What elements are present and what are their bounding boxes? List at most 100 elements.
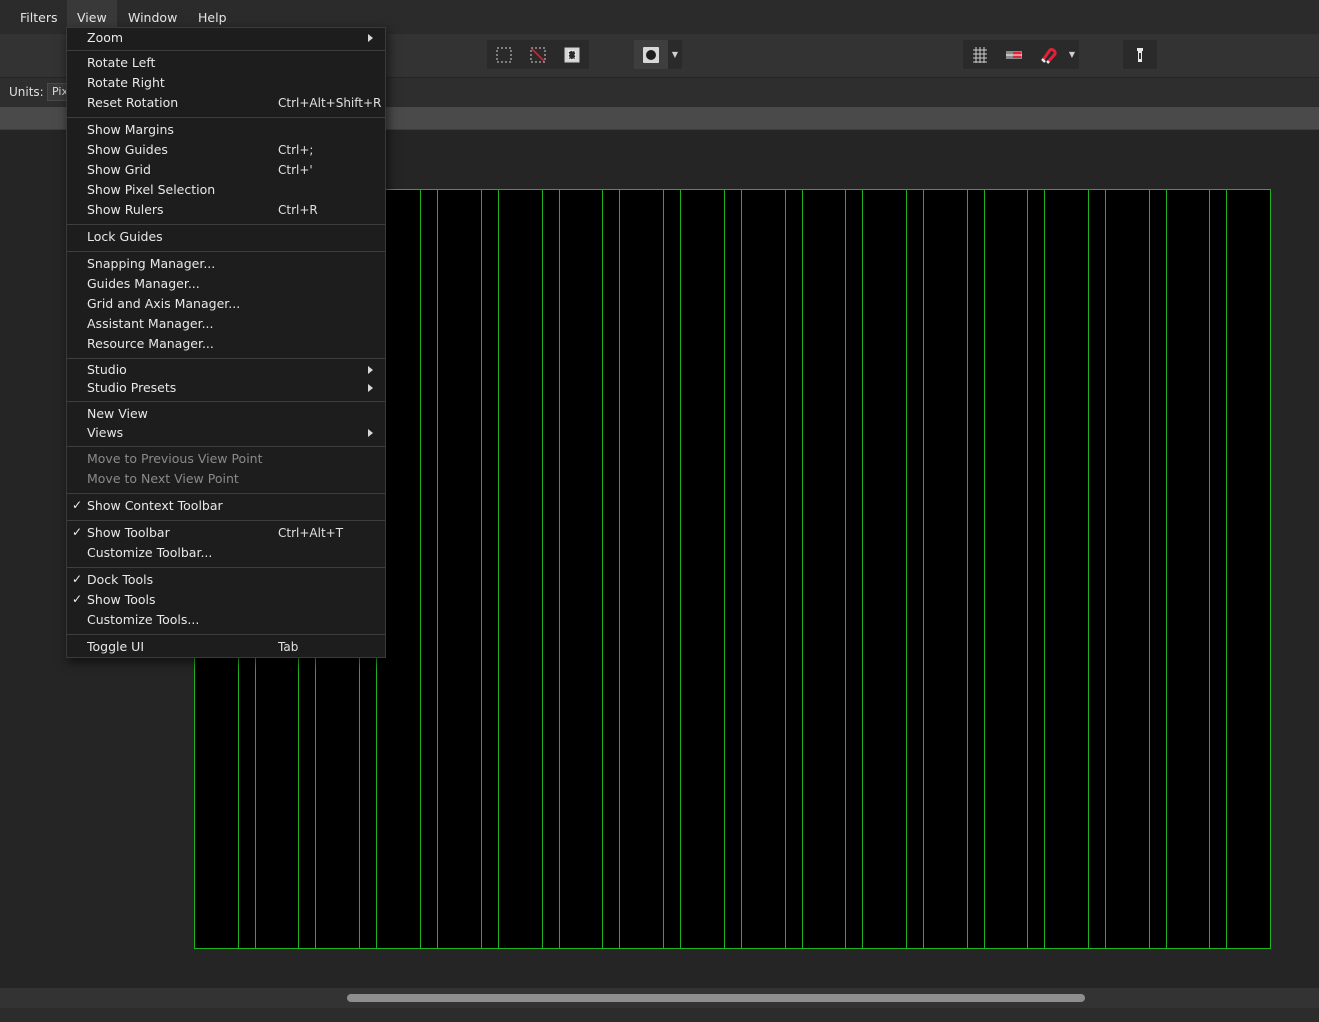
menu-item-show-guides[interactable]: Show Guides Ctrl+; bbox=[67, 140, 385, 160]
submenu-arrow-icon bbox=[368, 366, 373, 374]
menu-item-rotate-left[interactable]: Rotate Left bbox=[67, 53, 385, 73]
menu-item-guides-manager[interactable]: Guides Manager... bbox=[67, 274, 385, 294]
menu-item-new-view[interactable]: New View bbox=[67, 404, 385, 424]
menu-item-label: Views bbox=[87, 425, 124, 440]
guides-icon[interactable] bbox=[997, 40, 1031, 69]
menu-item-label: Toggle UI bbox=[87, 639, 145, 654]
menu-separator bbox=[67, 401, 385, 402]
menu-item-label: Move to Previous View Point bbox=[87, 451, 263, 466]
menu-item-show-pixel-selection[interactable]: Show Pixel Selection bbox=[67, 180, 385, 200]
menu-item-label: Show Pixel Selection bbox=[87, 182, 216, 197]
status-bar bbox=[0, 1008, 1319, 1022]
menu-item-grid-axis-manager[interactable]: Grid and Axis Manager... bbox=[67, 294, 385, 314]
menu-item-show-tools[interactable]: ✓ Show Tools bbox=[67, 590, 385, 610]
menu-item-label: Show Toolbar bbox=[87, 525, 170, 540]
snapping-magnet-icon[interactable] bbox=[1031, 40, 1065, 69]
marquee-selection-icon[interactable] bbox=[487, 40, 521, 69]
menu-item-studio[interactable]: Studio bbox=[67, 360, 385, 380]
menu-separator bbox=[67, 567, 385, 568]
menu-item-zoom[interactable]: Zoom bbox=[67, 28, 385, 48]
menu-item-shortcut: Ctrl+R bbox=[278, 203, 318, 217]
units-label: Units: bbox=[9, 85, 44, 99]
submenu-arrow-icon bbox=[368, 429, 373, 437]
menu-item-assistant-manager[interactable]: Assistant Manager... bbox=[67, 314, 385, 334]
menu-item-label: Reset Rotation bbox=[87, 95, 179, 110]
menu-separator bbox=[67, 493, 385, 494]
menu-item-label: Customize Tools... bbox=[87, 612, 200, 627]
menu-item-label: Show Rulers bbox=[87, 202, 164, 217]
menu-item-views[interactable]: Views bbox=[67, 423, 385, 443]
menu-filters[interactable]: Filters bbox=[10, 0, 67, 34]
menu-item-label: Resource Manager... bbox=[87, 336, 214, 351]
menu-item-studio-presets[interactable]: Studio Presets bbox=[67, 378, 385, 398]
snapping-options-dropdown[interactable]: ▼ bbox=[1065, 40, 1079, 69]
invert-selection-icon[interactable] bbox=[555, 40, 589, 69]
menu-separator bbox=[67, 634, 385, 635]
submenu-arrow-icon bbox=[368, 384, 373, 392]
menu-item-shortcut: Ctrl+Alt+Shift+R bbox=[278, 96, 382, 110]
menu-item-label: Zoom bbox=[87, 30, 124, 45]
menu-separator bbox=[67, 224, 385, 225]
view-menu-dropdown: Zoom Rotate Left Rotate Right Reset Rota… bbox=[66, 27, 386, 658]
menu-item-shortcut: Ctrl+; bbox=[278, 143, 314, 157]
snapping-toolbar-group: ▼ bbox=[963, 40, 1079, 69]
menu-item-label: Dock Tools bbox=[87, 572, 154, 587]
menu-item-label: Show Tools bbox=[87, 592, 156, 607]
menu-item-label: New View bbox=[87, 406, 148, 421]
menu-item-label: Assistant Manager... bbox=[87, 316, 214, 331]
checkmark-icon: ✓ bbox=[72, 592, 83, 606]
submenu-arrow-icon bbox=[368, 34, 373, 42]
menu-item-label: Rotate Right bbox=[87, 75, 165, 90]
menu-item-shortcut: Ctrl+Alt+T bbox=[278, 526, 344, 540]
menu-item-label: Move to Next View Point bbox=[87, 471, 239, 486]
menu-item-label: Show Guides bbox=[87, 142, 168, 157]
menu-item-show-context-toolbar[interactable]: ✓ Show Context Toolbar bbox=[67, 496, 385, 516]
menu-item-rotate-right[interactable]: Rotate Right bbox=[67, 73, 385, 93]
menu-separator bbox=[67, 358, 385, 359]
grid-icon[interactable] bbox=[963, 40, 997, 69]
horizontal-scrollbar[interactable] bbox=[0, 988, 1319, 1008]
menu-item-snapping-manager[interactable]: Snapping Manager... bbox=[67, 254, 385, 274]
menu-item-label: Studio bbox=[87, 362, 127, 377]
clear-selection-icon[interactable] bbox=[521, 40, 555, 69]
menu-item-shortcut: Ctrl+' bbox=[278, 163, 313, 177]
menu-item-shortcut: Tab bbox=[278, 640, 299, 654]
brush-toolbar-group: ▼ bbox=[634, 40, 682, 69]
menu-item-reset-rotation[interactable]: Reset Rotation Ctrl+Alt+Shift+R bbox=[67, 93, 385, 113]
menu-item-label: Show Context Toolbar bbox=[87, 498, 223, 513]
menu-separator bbox=[67, 251, 385, 252]
menu-item-customize-tools[interactable]: Customize Tools... bbox=[67, 610, 385, 630]
menu-item-resource-manager[interactable]: Resource Manager... bbox=[67, 334, 385, 354]
menu-item-label: Studio Presets bbox=[87, 380, 177, 395]
checkmark-icon: ✓ bbox=[72, 498, 83, 512]
menu-separator bbox=[67, 117, 385, 118]
menu-item-label: Show Grid bbox=[87, 162, 151, 177]
menu-item-move-next-view-point: Move to Next View Point bbox=[67, 469, 385, 489]
menu-separator bbox=[67, 446, 385, 447]
brush-options-dropdown[interactable]: ▼ bbox=[668, 40, 682, 69]
checkmark-icon: ✓ bbox=[72, 525, 83, 539]
menu-item-show-toolbar[interactable]: ✓ Show Toolbar Ctrl+Alt+T bbox=[67, 523, 385, 543]
menu-item-label: Snapping Manager... bbox=[87, 256, 216, 271]
menu-item-toggle-ui[interactable]: Toggle UI Tab bbox=[67, 637, 385, 657]
menu-separator bbox=[67, 520, 385, 521]
circle-brush-icon[interactable] bbox=[634, 40, 668, 69]
menu-item-label: Rotate Left bbox=[87, 55, 156, 70]
menu-item-label: Show Margins bbox=[87, 122, 174, 137]
checkmark-icon: ✓ bbox=[72, 572, 83, 586]
menu-item-move-previous-view-point: Move to Previous View Point bbox=[67, 449, 385, 469]
selection-toolbar-group bbox=[487, 40, 589, 69]
menu-separator bbox=[67, 50, 385, 51]
menu-item-show-margins[interactable]: Show Margins bbox=[67, 120, 385, 140]
menu-item-customize-toolbar[interactable]: Customize Toolbar... bbox=[67, 543, 385, 563]
scrollbar-thumb[interactable] bbox=[347, 994, 1085, 1002]
menu-item-show-grid[interactable]: Show Grid Ctrl+' bbox=[67, 160, 385, 180]
menu-item-label: Guides Manager... bbox=[87, 276, 200, 291]
menu-item-label: Lock Guides bbox=[87, 229, 163, 244]
menu-item-label: Grid and Axis Manager... bbox=[87, 296, 241, 311]
assistant-icon[interactable] bbox=[1123, 40, 1157, 69]
menu-item-lock-guides[interactable]: Lock Guides bbox=[67, 227, 385, 247]
menu-item-show-rulers[interactable]: Show Rulers Ctrl+R bbox=[67, 200, 385, 220]
menu-item-dock-tools[interactable]: ✓ Dock Tools bbox=[67, 570, 385, 590]
menu-item-label: Customize Toolbar... bbox=[87, 545, 213, 560]
